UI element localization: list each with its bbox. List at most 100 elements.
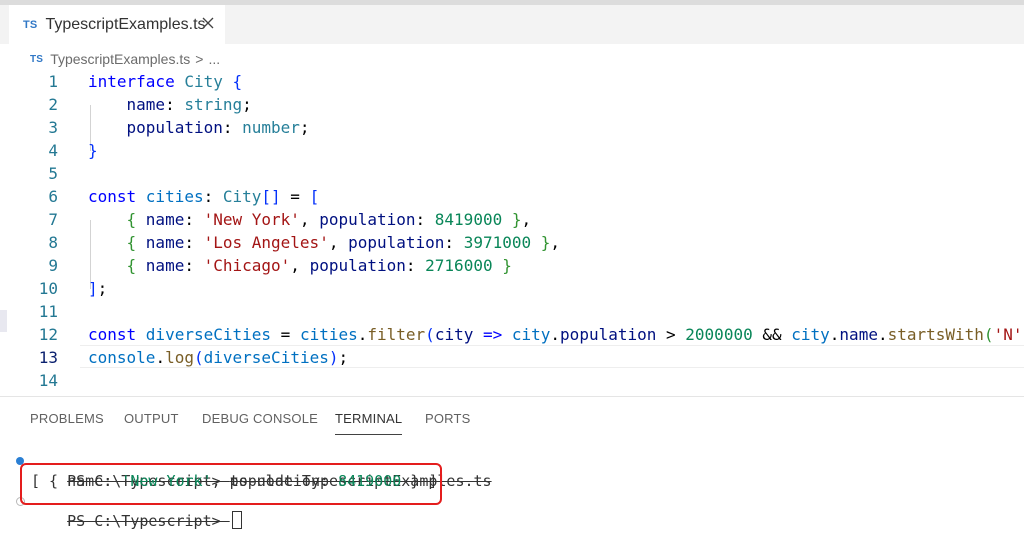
code-line[interactable]: 14 (0, 369, 1024, 392)
code-token: . (550, 325, 561, 344)
code-token: } (492, 256, 512, 275)
line-number: 3 (48, 118, 58, 137)
code-token: 3971000 (463, 233, 532, 252)
code-token: ] (88, 279, 98, 298)
line-code: interface City { (88, 70, 242, 93)
line-code: name: string; (88, 93, 252, 116)
typescript-file-icon: TS (30, 53, 44, 65)
code-line[interactable]: 4} (0, 139, 1024, 162)
code-token: : (184, 256, 204, 275)
line-number: 10 (38, 279, 58, 298)
terminal-prompt: PS C:\Typescript> (67, 512, 230, 530)
code-line[interactable]: 6 const cities: City[] = [ (0, 185, 1024, 208)
code-token: diverseCities (203, 348, 329, 367)
code-token: ; (299, 118, 310, 137)
code-token: : (203, 187, 223, 206)
terminal-cursor (231, 511, 242, 529)
code-token: console (88, 348, 156, 367)
code-token: 'New York' (203, 210, 300, 229)
line-number: 12 (38, 325, 58, 344)
code-token: interface (88, 72, 185, 91)
code-token: population (319, 210, 416, 229)
tab-ports[interactable]: PORTS (425, 411, 471, 426)
code-token: City (184, 72, 233, 91)
code-token: 'Chicago' (203, 256, 291, 275)
code-token: = (271, 325, 300, 344)
code-token: 8419000 (434, 210, 503, 229)
code-token: , (550, 233, 561, 252)
code-token: : (184, 210, 204, 229)
typescript-file-icon: TS (23, 18, 38, 31)
code-line[interactable]: 13 console.log(diverseCities); (0, 346, 1024, 369)
code-token: number (242, 118, 300, 137)
line-code: const cities: City[] = [ (88, 185, 319, 208)
tab-problems[interactable]: PROBLEMS (30, 411, 104, 426)
code-token: { (232, 72, 243, 91)
code-token: population (560, 325, 657, 344)
code-token: const (88, 325, 146, 344)
line-number: 4 (48, 141, 58, 160)
code-token: string (184, 95, 243, 114)
line-code: { name: 'Chicago', population: 2716000 } (88, 254, 512, 277)
tab-terminal[interactable]: TERMINAL (335, 411, 403, 435)
code-line[interactable]: 1 interface City { (0, 70, 1024, 93)
tab-output[interactable]: OUTPUT (124, 411, 179, 426)
code-line[interactable]: 3 population: number; (0, 116, 1024, 139)
line-number: 5 (48, 164, 58, 183)
code-token: [] (261, 187, 281, 206)
code-token: ( (983, 325, 994, 344)
tab-debug-console[interactable]: DEBUG CONSOLE (202, 411, 318, 426)
code-token: : (444, 233, 464, 252)
line-number: 9 (48, 256, 58, 275)
code-token: cities (145, 187, 204, 206)
code-token: city (434, 325, 474, 344)
code-token: && (752, 325, 792, 344)
code-token: name (145, 210, 185, 229)
code-token: . (829, 325, 840, 344)
line-number: 2 (48, 95, 58, 114)
editor-tab-bar: TS TypescriptExamples.ts (0, 0, 1024, 44)
code-token: ( (193, 348, 204, 367)
code-token: => (473, 325, 512, 344)
code-token: : (222, 118, 243, 137)
code-line[interactable]: 12 const diverseCities = cities.filter(ci… (0, 323, 1024, 346)
breadcrumb-more[interactable]: ... (208, 51, 220, 67)
code-token: cities (299, 325, 358, 344)
code-line[interactable]: 9 { name: 'Chicago', population: 2716000… (0, 254, 1024, 277)
code-line[interactable]: 10]; (0, 277, 1024, 300)
code-token: ; (242, 95, 252, 114)
line-number: 7 (48, 210, 58, 229)
code-line[interactable]: 11 (0, 300, 1024, 323)
code-editor[interactable]: 1 interface City {2 name: string; 3 popula… (0, 70, 1024, 396)
code-token: city (791, 325, 830, 344)
breadcrumb-file[interactable]: TypescriptExamples.ts (50, 51, 190, 67)
code-token: ; (97, 279, 108, 298)
close-icon[interactable] (200, 15, 216, 31)
code-token: ) (328, 348, 339, 367)
code-token: } (531, 233, 551, 252)
code-token: : (405, 256, 426, 275)
tab-typescript-examples[interactable]: TS TypescriptExamples.ts (9, 5, 225, 44)
line-code: { name: 'Los Angeles', population: 39710… (88, 231, 561, 254)
panel-tabs: PROBLEMS OUTPUT DEBUG CONSOLE TERMINAL P… (0, 400, 1024, 436)
line-number: 1 (48, 72, 58, 91)
code-token: , (290, 256, 310, 275)
code-line[interactable]: 2 name: string; (0, 93, 1024, 116)
code-line[interactable]: 5 (0, 162, 1024, 185)
code-token: city (511, 325, 551, 344)
code-token: 2000000 (685, 325, 753, 344)
code-token: 2716000 (425, 256, 493, 275)
code-line[interactable]: 7 { name: 'New York', population: 841900… (0, 208, 1024, 231)
code-token: . (357, 325, 368, 344)
code-token: : (184, 233, 204, 252)
code-line[interactable]: 8 { name: 'Los Angeles', population: 397… (0, 231, 1024, 254)
code-token: { (126, 210, 146, 229)
line-code: const diverseCities = cities.filter(city… (88, 323, 1024, 346)
code-token: . (877, 325, 888, 344)
line-code: ]; (88, 277, 107, 300)
